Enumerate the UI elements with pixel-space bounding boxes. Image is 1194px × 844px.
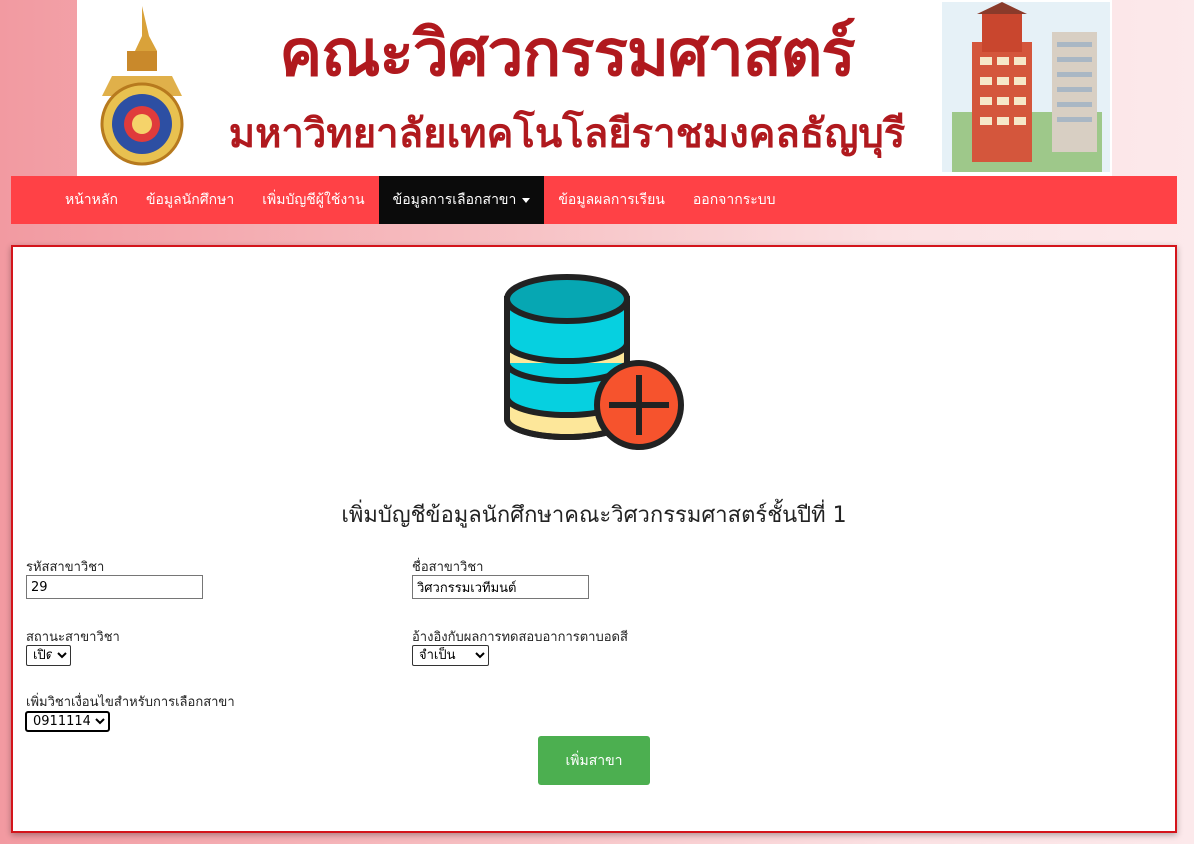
header-banner: คณะวิศวกรรมศาสตร์ มหาวิทยาลัยเทคโนโลยีรา… <box>77 0 1112 176</box>
caret-down-icon <box>522 197 531 203</box>
colorblind-test-select[interactable]: จำเป็น <box>412 645 489 666</box>
major-code-label: รหัสสาขาวิชา <box>26 560 105 575</box>
major-name-input[interactable] <box>412 575 589 599</box>
nav-major-selection-dropdown[interactable]: ข้อมูลการเลือกสาขา <box>378 176 545 224</box>
nav-add-account-label: เพิ่มบัญชีผู้ใช้งาน <box>262 192 365 208</box>
nav-home[interactable]: หน้าหลัก <box>51 176 132 224</box>
major-status-label: สถานะสาขาวิชา <box>26 630 120 645</box>
form-panel: เพิ่มบัญชีข้อมูลนักศึกษาคณะวิศวกรรมศาสตร… <box>11 245 1177 833</box>
building-illustration-icon <box>942 2 1110 172</box>
form-title: เพิ่มบัญชีข้อมูลนักศึกษาคณะวิศวกรรมศาสตร… <box>341 503 847 528</box>
banner-title: คณะวิศวกรรมศาสตร์ <box>279 17 855 91</box>
nav-student-info-label: ข้อมูลนักศึกษา <box>145 192 235 208</box>
nav-grades[interactable]: ข้อมูลผลการเรียน <box>544 176 679 224</box>
major-name-label: ชื่อสาขาวิชา <box>412 560 484 575</box>
major-code-input[interactable] <box>26 575 203 599</box>
university-seal-icon <box>100 6 184 166</box>
nav-logout-label: ออกจากระบบ <box>692 192 776 208</box>
database-add-icon <box>504 274 684 450</box>
major-status-select[interactable]: เปิด <box>26 645 71 666</box>
nav-logout[interactable]: ออกจากระบบ <box>679 176 790 224</box>
nav-add-account[interactable]: เพิ่มบัญชีผู้ใช้งาน <box>248 176 378 224</box>
add-major-button[interactable]: เพิ่มสาขา <box>538 736 650 785</box>
nav-home-label: หน้าหลัก <box>65 192 118 208</box>
condition-course-select[interactable]: 09111141 <box>25 711 110 732</box>
banner-subtitle: มหาวิทยาลัยเทคโนโลยีราชมงคลธัญบุรี <box>228 111 906 157</box>
condition-course-label: เพิ่มวิชาเงื่อนไขสำหรับการเลือกสาขา <box>26 695 235 710</box>
colorblind-test-label: อ้างอิงกับผลการทดสอบอาการตาบอดสี <box>412 630 628 645</box>
main-navbar: หน้าหลัก ข้อมูลนักศึกษา เพิ่มบัญชีผู้ใช้… <box>11 176 1177 224</box>
nav-student-info[interactable]: ข้อมูลนักศึกษา <box>132 176 248 224</box>
nav-grades-label: ข้อมูลผลการเรียน <box>558 192 665 208</box>
nav-major-selection-label: ข้อมูลการเลือกสาขา <box>392 192 517 208</box>
